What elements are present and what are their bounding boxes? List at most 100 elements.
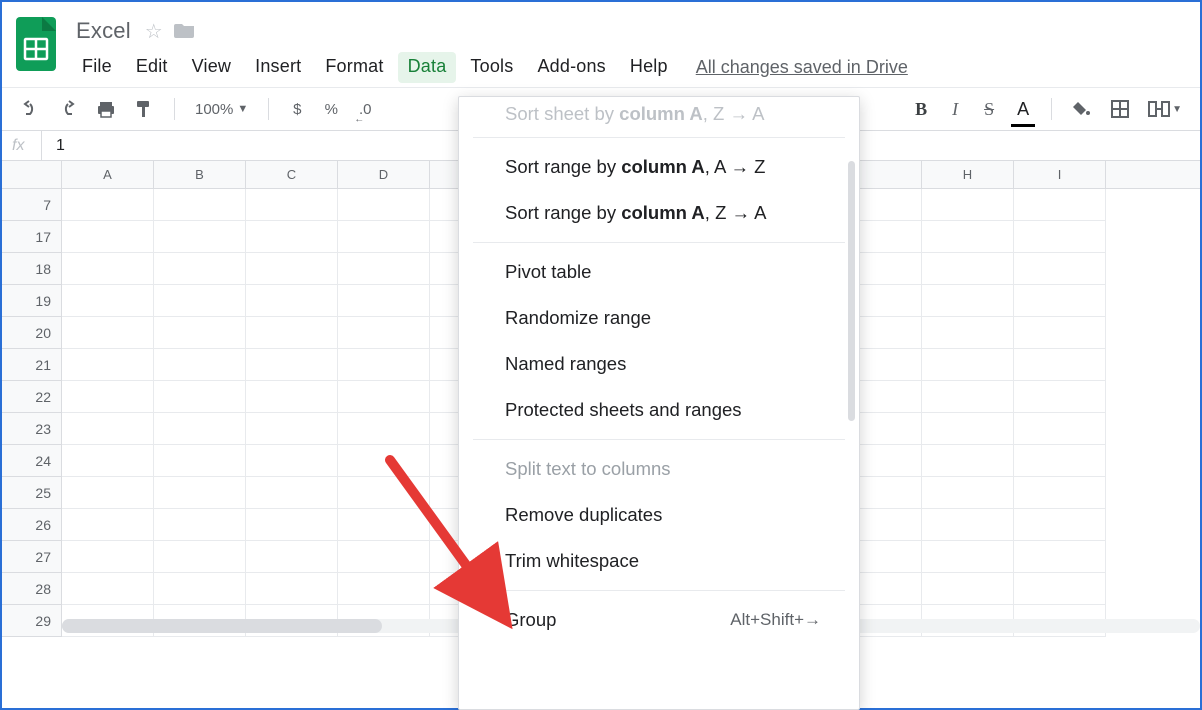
menu-addons[interactable]: Add-ons (527, 52, 615, 83)
cell[interactable] (246, 221, 338, 253)
menu-view[interactable]: View (182, 52, 242, 83)
merge-cells-icon[interactable]: ▼ (1144, 95, 1186, 123)
menu-tools[interactable]: Tools (460, 52, 523, 83)
cell[interactable] (922, 189, 1014, 221)
cell[interactable] (246, 349, 338, 381)
cell[interactable] (922, 445, 1014, 477)
cell[interactable] (1014, 349, 1106, 381)
menu-randomize-range[interactable]: Randomize range (459, 295, 859, 341)
redo-icon[interactable] (54, 95, 82, 123)
column-header[interactable]: C (246, 161, 338, 188)
cell[interactable] (154, 477, 246, 509)
cell[interactable] (338, 381, 430, 413)
cell[interactable] (338, 189, 430, 221)
cell[interactable] (246, 509, 338, 541)
cell[interactable] (1014, 445, 1106, 477)
menu-group[interactable]: Group Alt+Shift+→ (459, 597, 859, 643)
cell[interactable] (62, 253, 154, 285)
cell[interactable] (922, 413, 1014, 445)
cell[interactable] (922, 285, 1014, 317)
cell[interactable] (62, 349, 154, 381)
cell[interactable] (246, 381, 338, 413)
menu-trim-whitespace[interactable]: Trim whitespace (459, 538, 859, 584)
cell[interactable] (338, 413, 430, 445)
cell[interactable] (62, 509, 154, 541)
cell[interactable] (246, 285, 338, 317)
cell[interactable] (1014, 573, 1106, 605)
row-header[interactable]: 24 (2, 445, 62, 477)
cell[interactable] (246, 413, 338, 445)
menu-sort-sheet-za[interactable]: Sort sheet by column A, Z → A (459, 103, 859, 131)
cell[interactable] (246, 253, 338, 285)
cell[interactable] (62, 189, 154, 221)
menu-help[interactable]: Help (620, 52, 678, 83)
menu-sort-range-za[interactable]: Sort range by column A, Z → A (459, 190, 859, 236)
fill-color-icon[interactable] (1068, 95, 1096, 123)
cell[interactable] (246, 573, 338, 605)
row-header[interactable]: 22 (2, 381, 62, 413)
cell[interactable] (338, 253, 430, 285)
cell[interactable] (246, 477, 338, 509)
decrease-decimal-button[interactable]: .0 ← (353, 95, 377, 123)
paint-format-icon[interactable] (130, 95, 158, 123)
row-header[interactable]: 19 (2, 285, 62, 317)
column-header[interactable]: H (922, 161, 1014, 188)
print-icon[interactable] (92, 95, 120, 123)
cell[interactable] (62, 477, 154, 509)
cell[interactable] (1014, 413, 1106, 445)
text-color-button[interactable]: A (1011, 95, 1035, 123)
row-header[interactable]: 25 (2, 477, 62, 509)
cell[interactable] (246, 445, 338, 477)
row-header[interactable]: 21 (2, 349, 62, 381)
cell[interactable] (154, 541, 246, 573)
cell[interactable] (246, 317, 338, 349)
cell[interactable] (246, 189, 338, 221)
bold-button[interactable]: B (909, 95, 933, 123)
menu-edit[interactable]: Edit (126, 52, 178, 83)
cell[interactable] (922, 477, 1014, 509)
cell[interactable] (922, 349, 1014, 381)
cell[interactable] (1014, 189, 1106, 221)
cell[interactable] (922, 221, 1014, 253)
row-header[interactable]: 23 (2, 413, 62, 445)
cell[interactable] (154, 285, 246, 317)
saved-indicator[interactable]: All changes saved in Drive (696, 57, 908, 78)
cell[interactable] (922, 541, 1014, 573)
italic-button[interactable]: I (943, 95, 967, 123)
cell[interactable] (338, 509, 430, 541)
row-header[interactable]: 18 (2, 253, 62, 285)
cell[interactable] (338, 445, 430, 477)
menu-file[interactable]: File (72, 52, 122, 83)
cell[interactable] (922, 317, 1014, 349)
menu-format[interactable]: Format (315, 52, 393, 83)
cell[interactable] (338, 221, 430, 253)
column-header[interactable]: D (338, 161, 430, 188)
select-all-corner[interactable] (2, 161, 62, 188)
cell[interactable] (1014, 253, 1106, 285)
cell[interactable] (922, 573, 1014, 605)
document-title[interactable]: Excel (72, 16, 135, 46)
star-icon[interactable]: ☆ (145, 19, 163, 44)
cell[interactable] (62, 381, 154, 413)
cell[interactable] (922, 381, 1014, 413)
cell[interactable] (62, 317, 154, 349)
menu-insert[interactable]: Insert (245, 52, 311, 83)
cell[interactable] (1014, 317, 1106, 349)
cell[interactable] (338, 349, 430, 381)
menu-remove-duplicates[interactable]: Remove duplicates (459, 492, 859, 538)
cell[interactable] (154, 221, 246, 253)
row-header[interactable]: 17 (2, 221, 62, 253)
currency-button[interactable]: $ (285, 95, 309, 123)
cell[interactable] (1014, 221, 1106, 253)
cell[interactable] (154, 349, 246, 381)
strikethrough-button[interactable]: S (977, 95, 1001, 123)
percent-button[interactable]: % (319, 95, 343, 123)
cell[interactable] (338, 285, 430, 317)
undo-icon[interactable] (16, 95, 44, 123)
cell[interactable] (62, 573, 154, 605)
row-header[interactable]: 28 (2, 573, 62, 605)
formula-input[interactable]: 1 (42, 137, 65, 155)
cell[interactable] (154, 413, 246, 445)
row-header[interactable]: 7 (2, 189, 62, 221)
menu-named-ranges[interactable]: Named ranges (459, 341, 859, 387)
